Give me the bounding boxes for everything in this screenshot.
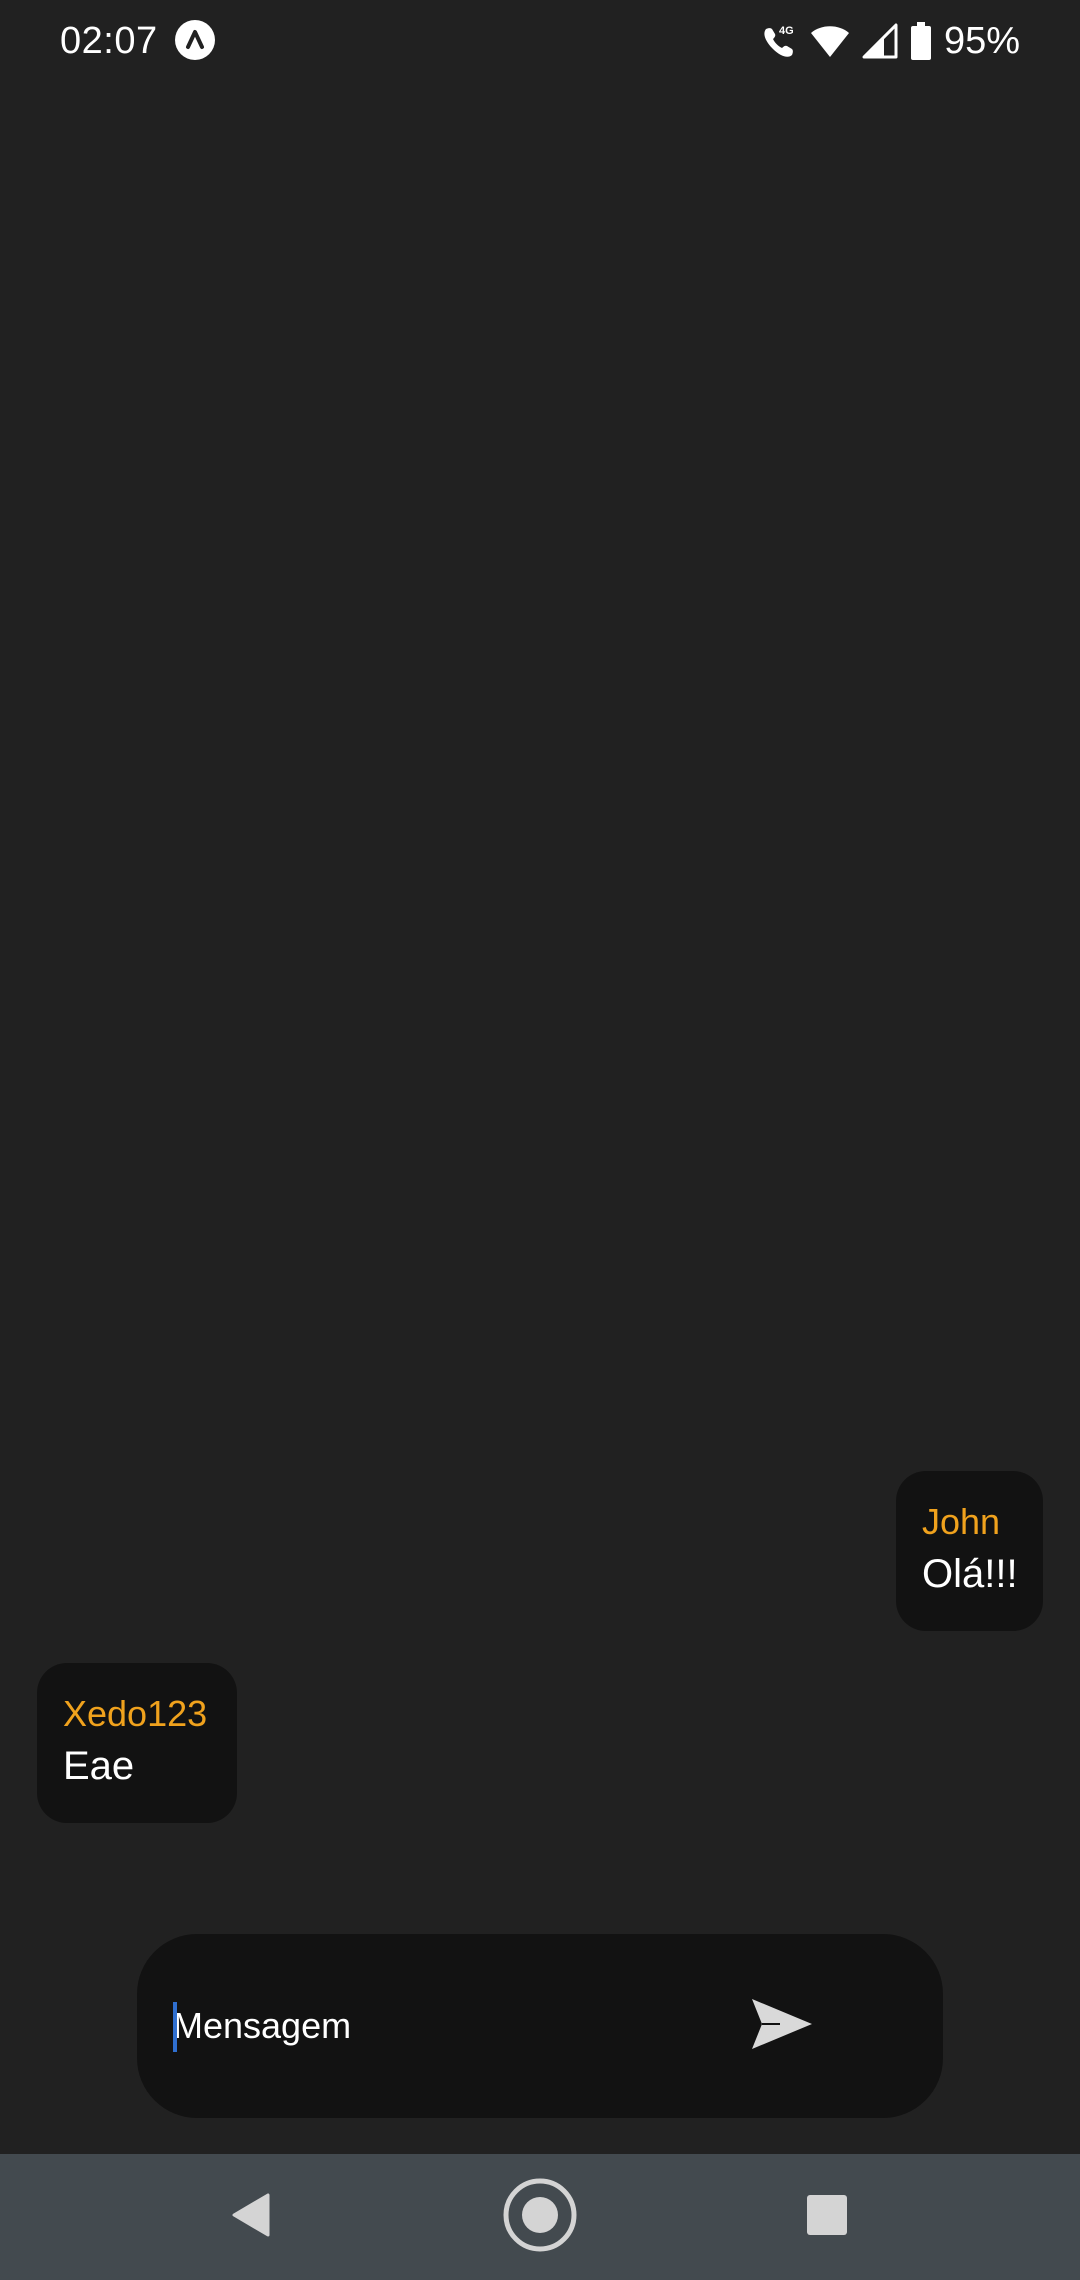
home-icon	[502, 2177, 578, 2258]
message-sender: Xedo123	[63, 1693, 208, 1734]
message-text: Eae	[63, 1744, 135, 1788]
app-notification-icon	[175, 20, 215, 60]
network-type-label: 4G	[779, 25, 794, 37]
message-composer	[137, 1934, 943, 2118]
message-input[interactable]	[173, 1996, 733, 2056]
status-time: 02:07	[60, 20, 158, 62]
chat-screen: 02:07 4G 95% John Olá!!! Xedo123 Eae Men…	[0, 0, 1080, 2280]
battery-icon	[910, 22, 932, 60]
recents-icon	[806, 2194, 848, 2241]
status-icons: 4G 95%	[758, 18, 1020, 64]
message-bubble-incoming[interactable]: Xedo123 Eae	[37, 1663, 237, 1823]
message-bubble-outgoing[interactable]: John Olá!!!	[896, 1471, 1043, 1631]
navigation-bar	[0, 2154, 1080, 2280]
message-sender: John	[922, 1501, 1001, 1542]
recents-button[interactable]	[787, 2177, 867, 2257]
volte-call-icon: 4G	[758, 21, 798, 61]
status-bar: 02:07 4G 95%	[0, 0, 1080, 80]
back-icon	[228, 2191, 272, 2244]
send-icon	[750, 1997, 814, 2056]
cell-signal-icon	[862, 23, 898, 59]
text-cursor	[173, 2002, 177, 2052]
battery-percent: 95%	[943, 20, 1020, 62]
home-button[interactable]	[500, 2177, 580, 2257]
wifi-icon	[810, 23, 850, 59]
message-text: Olá!!!	[922, 1552, 1018, 1596]
send-button[interactable]	[742, 1986, 822, 2066]
back-button[interactable]	[210, 2177, 290, 2257]
